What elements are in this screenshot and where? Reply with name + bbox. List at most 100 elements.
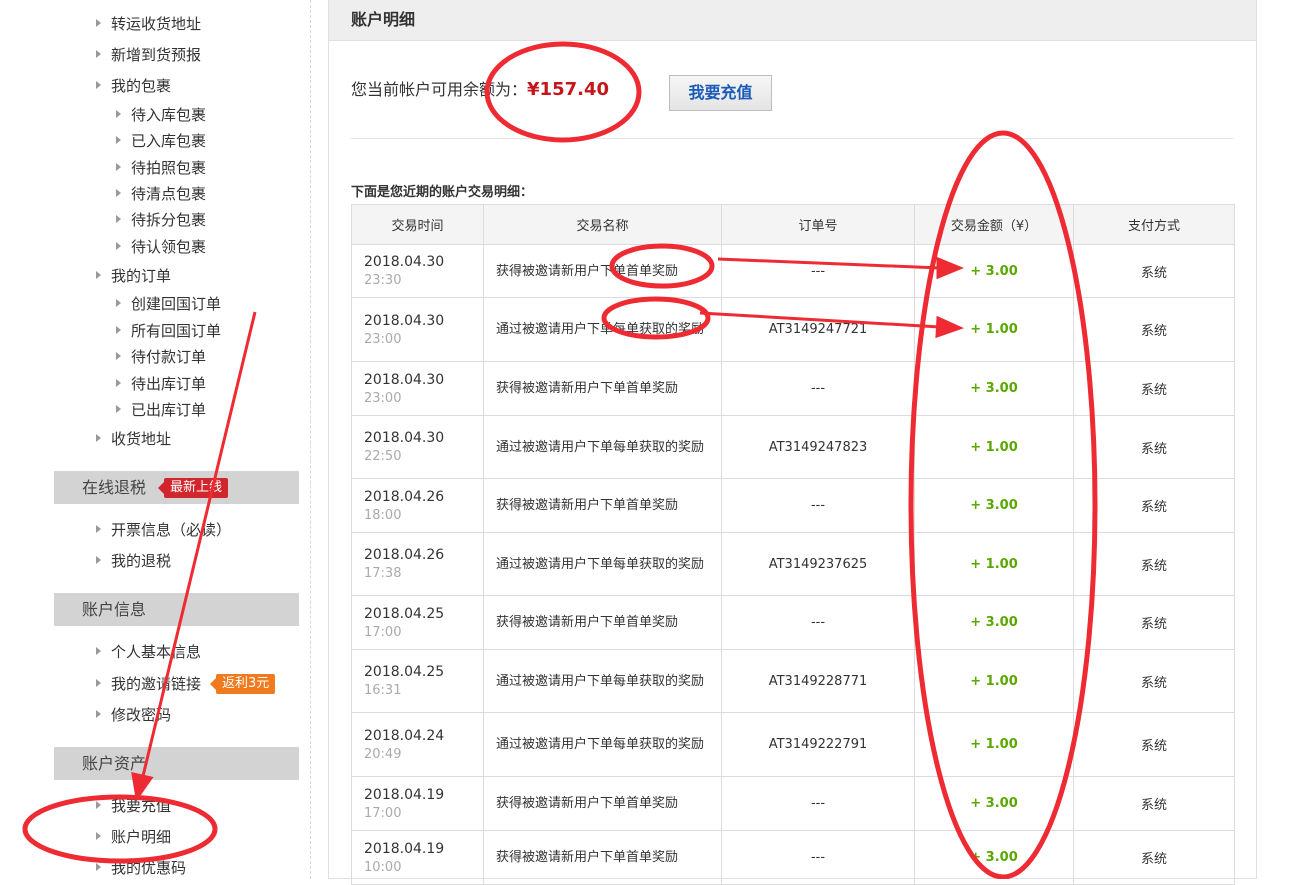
sidebar-item-invite-link[interactable]: 我的邀请链接	[96, 673, 201, 694]
triangle-icon	[96, 863, 101, 871]
section-title: 账户信息	[82, 600, 147, 619]
sidebar-item-change-password[interactable]: 修改密码	[96, 704, 171, 725]
sidebar-item-profile[interactable]: 个人基本信息	[96, 641, 201, 662]
balance-amount: ¥157.40	[527, 79, 609, 100]
cell-date: 2018.04.30	[364, 312, 445, 329]
sidebar-item-my-packages[interactable]: 我的包裹	[96, 75, 171, 96]
sidebar-item-inbound[interactable]: 已入库包裹	[116, 130, 206, 151]
triangle-icon	[116, 352, 121, 360]
cell-clock: 23:00	[364, 390, 402, 406]
cell-payment: 系统	[1073, 415, 1235, 479]
cell-amount: + 3.00	[914, 776, 1074, 831]
table-row: 2018.04.24 20:49 通过被邀请用户下单每单获取的奖励 AT31492…	[351, 712, 1235, 777]
triangle-icon	[96, 19, 101, 27]
sidebar-item-new-arrival[interactable]: 新增到货预报	[96, 44, 201, 65]
cell-payment: 系统	[1073, 532, 1235, 596]
recharge-button[interactable]: 我要充值	[669, 75, 772, 111]
sidebar-item-label: 待付款订单	[131, 348, 207, 366]
triangle-icon	[96, 710, 101, 718]
sidebar-item-outbound[interactable]: 已出库订单	[116, 399, 206, 420]
cell-payment: 系统	[1073, 478, 1235, 533]
cell-date: 2018.04.30	[364, 254, 445, 270]
cell-name: 获得被邀请新用户下单首单奖励	[483, 478, 722, 533]
cell-clock: 20:49	[364, 746, 402, 762]
sidebar-item-recharge[interactable]: 我要充值	[96, 795, 171, 816]
sidebar-item-invoice-info[interactable]: 开票信息（必读）	[96, 519, 231, 540]
cell-date: 2018.04.19	[364, 786, 445, 803]
cell-time: 2018.04.24 20:49	[351, 712, 484, 777]
sidebar-item-label: 开票信息（必读）	[111, 521, 232, 539]
cell-order: AT3149222791	[721, 712, 915, 777]
sidebar-item-pending-count[interactable]: 待清点包裹	[116, 183, 206, 204]
cell-clock: 10:00	[364, 859, 402, 875]
triangle-icon	[116, 299, 121, 307]
sidebar-item-label: 我的订单	[111, 267, 172, 285]
sidebar-item-pending-inbound[interactable]: 待入库包裹	[116, 104, 206, 125]
divider	[351, 138, 1233, 139]
triangle-icon	[116, 405, 121, 413]
sidebar-item-label: 我的优惠码	[111, 859, 187, 877]
triangle-icon	[116, 110, 121, 118]
cell-order: ---	[721, 244, 915, 298]
column-header-time: 交易时间	[351, 204, 484, 245]
cell-date: 2018.04.26	[364, 488, 445, 505]
table-row: 2018.04.25 17:00 获得被邀请新用户下单首单奖励 --- + 3.0…	[351, 595, 1235, 650]
table-row: 2018.04.30 23:30 获得被邀请新用户下单首单奖励 --- + 3.0…	[351, 244, 1235, 298]
sidebar-item-coupons[interactable]: 我的优惠码	[96, 857, 186, 878]
triangle-icon	[96, 434, 101, 442]
cell-clock: 17:00	[364, 624, 402, 640]
sidebar-item-my-orders[interactable]: 我的订单	[96, 265, 171, 286]
cell-clock: 23:00	[364, 331, 402, 347]
sidebar-item-shipping-address[interactable]: 收货地址	[96, 428, 171, 449]
page-title: 账户明细	[329, 0, 1256, 41]
triangle-icon	[96, 556, 101, 564]
account-details-panel: 账户明细 您当前帐户可用余额为：¥157.40 我要充值 下面是您近期的账户交易…	[328, 0, 1257, 885]
sidebar-item-label: 待入库包裹	[131, 106, 207, 124]
column-header-amount: 交易金额（¥）	[914, 204, 1074, 245]
cell-date: 2018.04.30	[364, 430, 445, 446]
cell-date: 2018.04.25	[364, 605, 445, 622]
cell-payment: 系统	[1073, 776, 1235, 831]
section-header-assets: 账户资产	[54, 747, 299, 780]
section-title: 账户资产	[82, 754, 147, 773]
sidebar-item-my-refund[interactable]: 我的退税	[96, 550, 171, 571]
sidebar-item-label: 待出库订单	[131, 375, 207, 393]
cell-name: 获得被邀请新用户下单首单奖励	[483, 595, 722, 650]
sidebar-item-all-orders[interactable]: 所有回国订单	[116, 320, 221, 341]
sidebar-item-label: 新增到货预报	[111, 46, 202, 64]
table-row: 2018.04.30 23:00 通过被邀请用户下单每单获取的奖励 AT31492…	[351, 297, 1235, 362]
cell-name: 获得被邀请新用户下单首单奖励	[483, 776, 722, 831]
table-row: 2018.04.25 16:31 通过被邀请用户下单每单获取的奖励 AT31492…	[351, 649, 1235, 713]
cell-order: AT3149247721	[721, 297, 915, 362]
cell-date: 2018.04.30	[364, 371, 445, 388]
table-row: 2018.04.26 17:38 通过被邀请用户下单每单获取的奖励 AT31492…	[351, 532, 1235, 596]
sidebar: 转运收货地址 新增到货预报 我的包裹 待入库包裹 已入库包裹 待拍照包裹 待清点…	[0, 0, 311, 879]
cell-amount: + 1.00	[914, 297, 1074, 362]
table-row: 2018.04.30 23:00 获得被邀请新用户下单首单奖励 --- + 3.0…	[351, 361, 1235, 416]
sidebar-item-transfer-address[interactable]: 转运收货地址	[96, 13, 201, 34]
cell-payment: 系统	[1073, 297, 1235, 362]
sidebar-item-create-order[interactable]: 创建回国订单	[116, 293, 221, 314]
cell-clock: 22:50	[364, 449, 402, 464]
cell-name: 获得被邀请新用户下单首单奖励	[483, 830, 722, 885]
table-row: 2018.04.19 17:00 获得被邀请新用户下单首单奖励 --- + 3.0…	[351, 776, 1235, 831]
sidebar-item-pending-photo[interactable]: 待拍照包裹	[116, 157, 206, 178]
cell-time: 2018.04.30 22:50	[351, 415, 484, 479]
triangle-icon	[116, 242, 121, 250]
sidebar-item-pending-outbound[interactable]: 待出库订单	[116, 373, 206, 394]
sidebar-item-label: 已入库包裹	[131, 132, 207, 150]
table-row: 2018.04.30 22:50 通过被邀请用户下单每单获取的奖励 AT31492…	[351, 415, 1235, 479]
sidebar-item-pending-claim[interactable]: 待认领包裹	[116, 236, 206, 257]
cell-payment: 系统	[1073, 244, 1235, 298]
cell-amount: + 1.00	[914, 649, 1074, 713]
sidebar-item-account-details[interactable]: 账户明细	[96, 826, 171, 847]
cell-amount: + 3.00	[914, 478, 1074, 533]
cell-clock: 18:00	[364, 507, 402, 523]
cell-clock: 16:31	[364, 683, 402, 698]
sidebar-item-pending-payment[interactable]: 待付款订单	[116, 346, 206, 367]
cell-clock: 23:30	[364, 273, 402, 288]
rebate-badge: 返利3元	[209, 674, 276, 694]
sidebar-item-label: 我的邀请链接	[111, 675, 202, 693]
sidebar-item-label: 我的包裹	[111, 77, 172, 95]
sidebar-item-pending-split[interactable]: 待拆分包裹	[116, 209, 206, 230]
